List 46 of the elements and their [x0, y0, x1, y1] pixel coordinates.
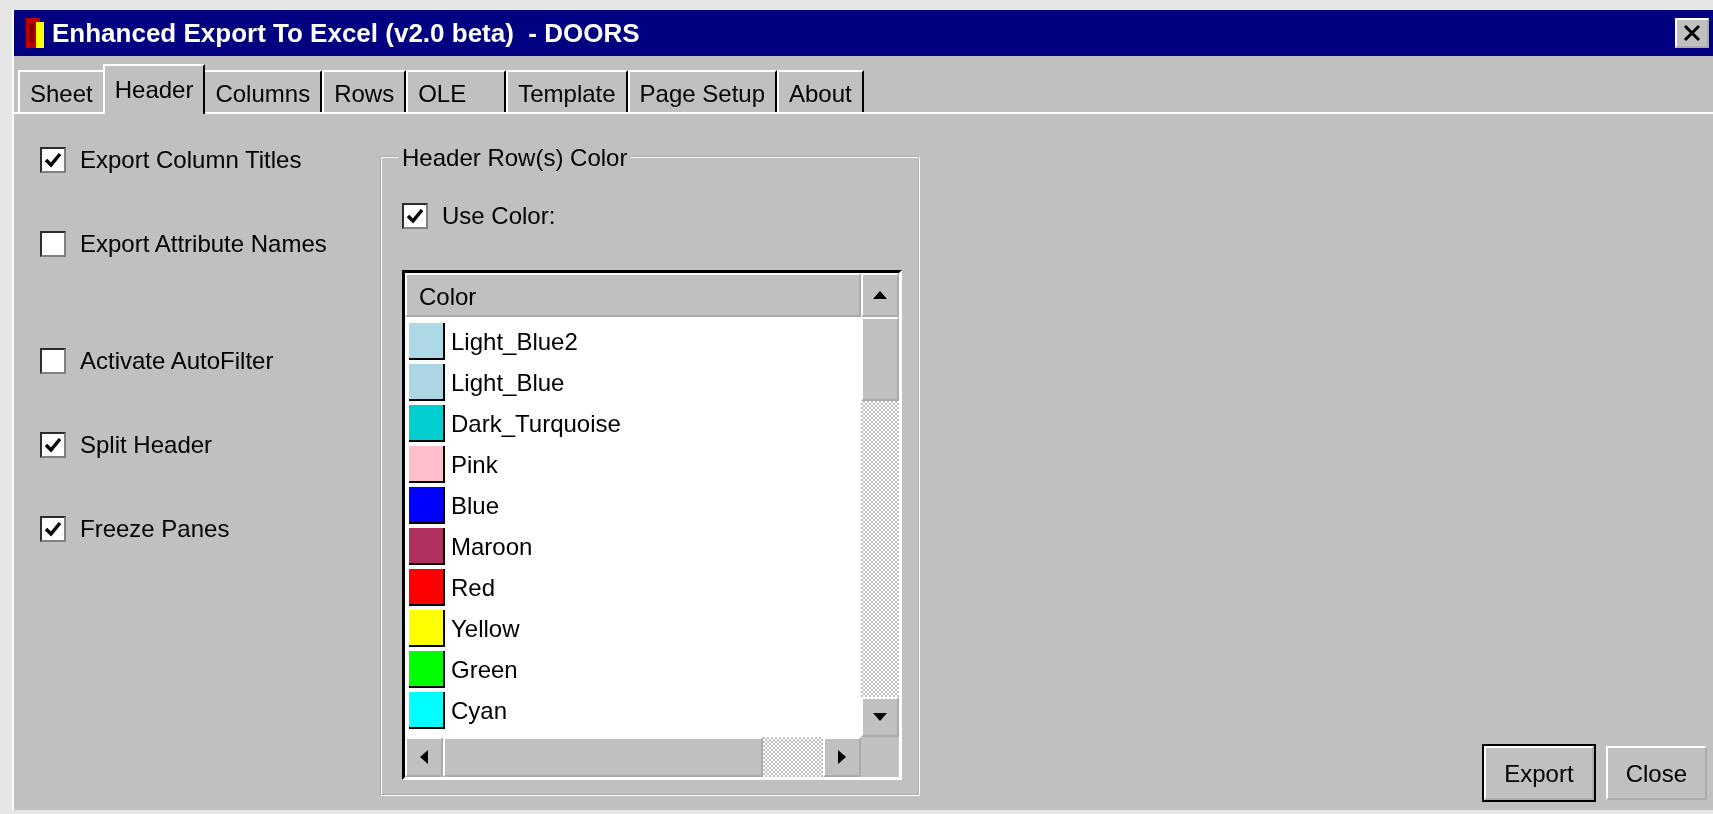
horizontal-scrollbar[interactable]	[405, 737, 861, 777]
right-arrow-icon[interactable]	[837, 749, 847, 765]
dialog-button[interactable]: Export	[1484, 746, 1594, 800]
tab[interactable]: OLE	[406, 70, 507, 112]
left-arrow-icon[interactable]	[419, 749, 429, 765]
list-item[interactable]: Maroon	[451, 528, 533, 565]
app-icon	[26, 18, 44, 48]
tab[interactable]: Template	[506, 70, 628, 112]
color-list[interactable]: Color Light_Blue2 Light_Blue Dark_Turquoise Pink Blue Maroon Red Yellow Green Cyan	[402, 270, 902, 780]
close-icon[interactable]	[1675, 18, 1709, 48]
tab[interactable]: Page Setup	[627, 70, 777, 112]
list-item[interactable]: Green	[451, 651, 518, 688]
column-header[interactable]: Color	[405, 273, 861, 317]
list-item[interactable]: Blue	[451, 487, 500, 524]
tab[interactable]: Sheet	[18, 70, 105, 112]
scrollbar-corner	[861, 737, 899, 777]
list-item[interactable]: Yellow	[451, 610, 520, 647]
dialog-button[interactable]: Close	[1605, 746, 1707, 800]
vertical-scrollbar[interactable]	[861, 273, 899, 737]
tab[interactable]: Columns	[203, 70, 323, 112]
scroll-thumb[interactable]	[861, 317, 899, 401]
up-arrow-icon[interactable]	[872, 290, 888, 300]
checkbox-label: Export Column Titles	[80, 145, 302, 175]
tab[interactable]: Rows	[322, 70, 407, 112]
checkbox[interactable]	[40, 147, 66, 173]
checkbox[interactable]	[40, 432, 66, 458]
checkbox[interactable]	[40, 348, 66, 374]
list-item[interactable]: Dark_Turquoise	[451, 405, 621, 442]
list-item[interactable]: Pink	[451, 446, 498, 483]
checkbox-label: Activate AutoFilter	[80, 346, 274, 376]
checkbox[interactable]	[40, 231, 66, 257]
list-item[interactable]: Light_Blue2	[451, 323, 578, 360]
down-arrow-icon[interactable]	[872, 712, 888, 722]
scroll-thumb[interactable]	[443, 737, 763, 777]
checkbox-label: Split Header	[80, 430, 213, 460]
list-item[interactable]: Light_Blue	[451, 364, 565, 401]
tab[interactable]: Header	[102, 64, 206, 114]
window-title: Enhanced Export To Excel (v2.0 beta) - DOORS	[52, 16, 641, 50]
checkbox-label: Use Color:	[442, 201, 556, 231]
checkbox[interactable]	[40, 516, 66, 542]
checkbox-label: Export Attribute Names	[80, 229, 327, 259]
tab[interactable]: About	[777, 70, 864, 112]
checkbox[interactable]	[402, 203, 428, 229]
checkbox-label: Freeze Panes	[80, 514, 230, 544]
list-item[interactable]: Cyan	[451, 692, 508, 729]
list-item[interactable]: Red	[451, 569, 496, 606]
